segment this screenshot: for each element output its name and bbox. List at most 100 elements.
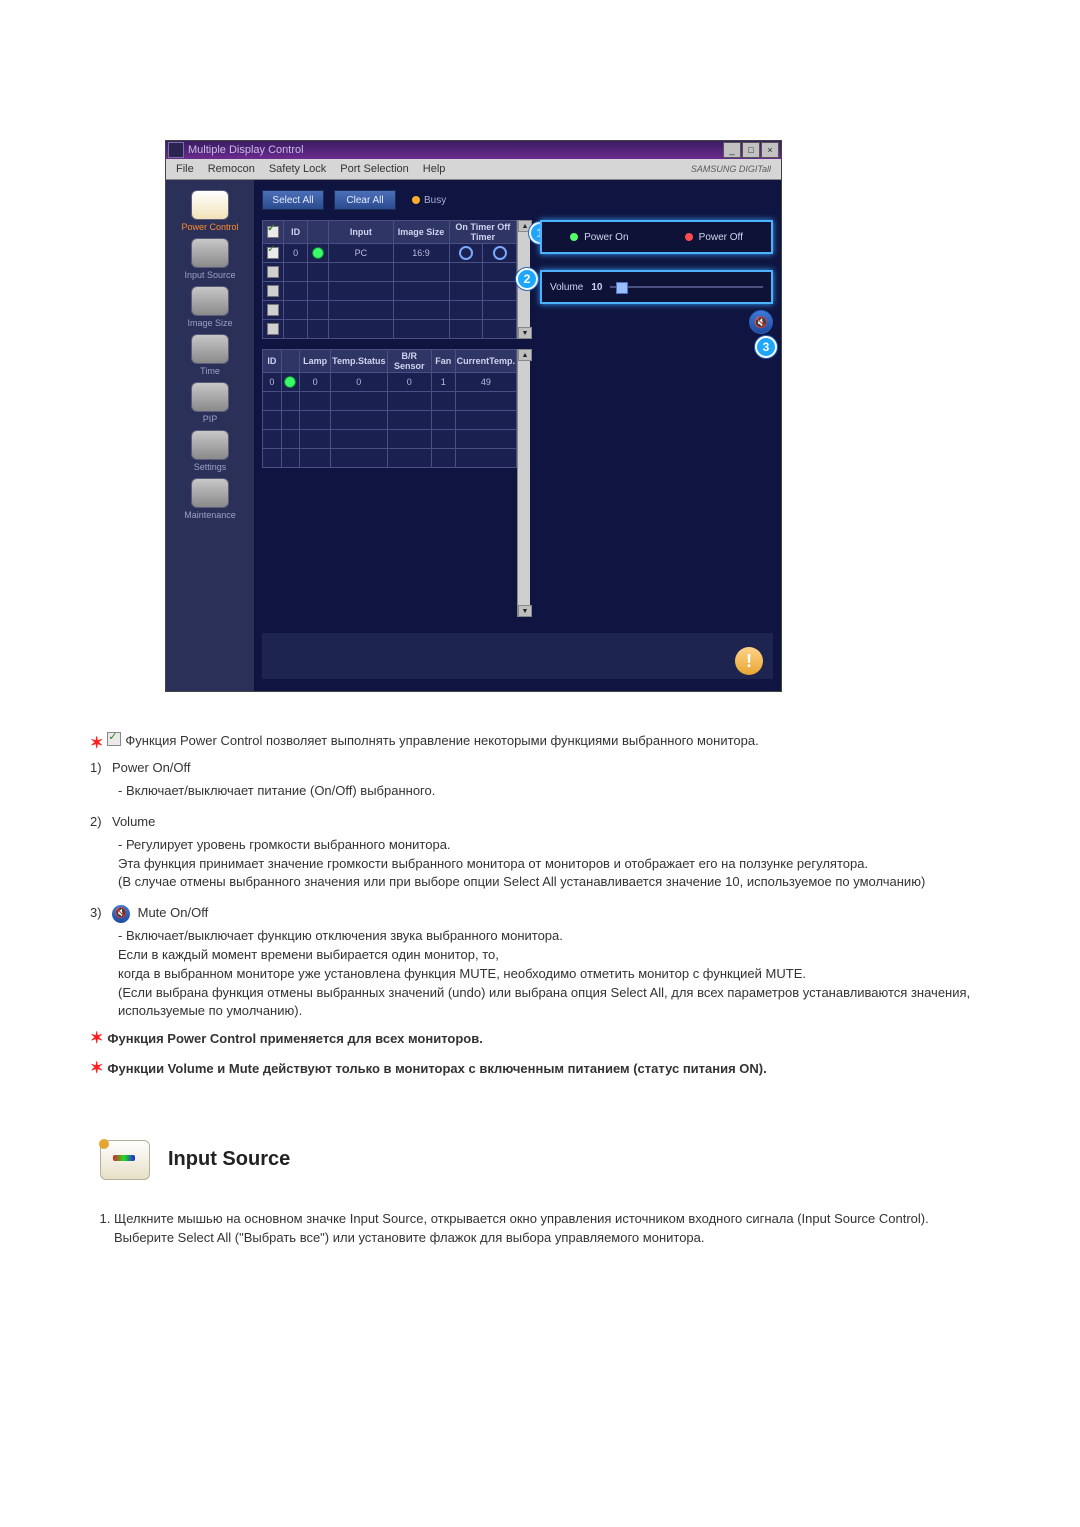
lower-scrollbar[interactable]: ▲ ▼ [517, 349, 530, 617]
sidebar-item-input-source[interactable]: Input Source [166, 234, 254, 282]
col-br-sensor: B/R Sensor [387, 350, 431, 373]
item-sub: - Включает/выключает функцию отключения … [90, 927, 990, 946]
checkbox-icon [107, 732, 121, 746]
mute-icon: 🔇 [112, 905, 130, 923]
power-off-label: Power Off [699, 232, 743, 243]
sidebar-item-maintenance[interactable]: Maintenance [166, 474, 254, 522]
item-sub: - Включает/выключает питание (On/Off) вы… [90, 782, 990, 801]
sidebar-item-label: Maintenance [166, 510, 254, 520]
table-row[interactable] [263, 320, 517, 339]
menu-safety-lock[interactable]: Safety Lock [269, 163, 326, 175]
power-on-led-icon [570, 233, 578, 241]
maintenance-icon [191, 478, 229, 508]
row-checkbox[interactable] [267, 266, 279, 278]
volume-box: Volume 10 [540, 270, 773, 304]
col-lamp: Lamp [300, 350, 331, 373]
paragraph: Выберите Select All ("Выбрать все") или … [114, 1230, 705, 1245]
app-icon [168, 142, 184, 158]
table-row[interactable] [263, 392, 517, 411]
input-source-icon [191, 238, 229, 268]
row-checkbox[interactable] [267, 304, 279, 316]
item-title: Power On/Off [112, 759, 990, 778]
table-row[interactable] [263, 301, 517, 320]
paragraph: Щелкните мышью на основном значке Input … [114, 1211, 929, 1226]
col-status [307, 221, 328, 244]
power-box: Power On Power Off [540, 220, 773, 254]
close-button[interactable]: × [761, 142, 779, 158]
status-dot-icon [312, 247, 324, 259]
maximize-button[interactable]: □ [742, 142, 760, 158]
item-title: Volume [112, 813, 990, 832]
table-row[interactable] [263, 449, 517, 468]
red-star-icon: ✶ [90, 1060, 103, 1077]
callout-2: 2 [516, 268, 538, 290]
volume-value: 10 [591, 282, 602, 293]
menu-file[interactable]: File [176, 163, 194, 175]
main-panel: Select All Clear All Busy ID [254, 180, 781, 691]
list-number: 1) [90, 759, 112, 778]
cell-input: PC [329, 244, 393, 263]
select-all-button[interactable]: Select All [262, 190, 324, 210]
settings-icon [191, 430, 229, 460]
table-row[interactable] [263, 430, 517, 449]
item-sub: - Регулирует уровень громкости выбранног… [90, 836, 990, 855]
cell-current-temp: 49 [455, 373, 516, 392]
section-heading: Input Source [168, 1145, 290, 1174]
power-off-button[interactable]: Power Off [685, 232, 743, 243]
cell-id: 0 [284, 244, 307, 263]
cell-temp-status: 0 [330, 373, 387, 392]
power-control-icon [191, 190, 229, 220]
list-number: 2) [90, 813, 112, 832]
row-checkbox[interactable] [267, 285, 279, 297]
list-number: 3) [90, 904, 112, 923]
sidebar-item-label: Power Control [166, 222, 254, 232]
toolbar: Select All Clear All Busy [262, 190, 773, 210]
scroll-down-icon[interactable]: ▼ [518, 605, 532, 617]
document-body: ✶ Функция Power Control позволяет выполн… [90, 732, 990, 1247]
sidebar-item-pip[interactable]: PIP [166, 378, 254, 426]
row-checkbox[interactable] [267, 247, 279, 259]
on-timer-icon [459, 246, 473, 260]
scroll-down-icon[interactable]: ▼ [518, 327, 532, 339]
callout-3: 3 [755, 336, 777, 358]
sidebar-item-image-size[interactable]: Image Size [166, 282, 254, 330]
status-dot-icon [284, 376, 296, 388]
table-row[interactable] [263, 282, 517, 301]
col-id: ID [284, 221, 307, 244]
sidebar-item-label: Settings [166, 462, 254, 472]
menu-help[interactable]: Help [423, 163, 446, 175]
list-item: Щелкните мышью на основном значке Input … [114, 1210, 990, 1248]
menu-remocon[interactable]: Remocon [208, 163, 255, 175]
volume-slider[interactable] [610, 286, 763, 288]
item-sub: Эта функция принимает значение громкости… [90, 855, 990, 874]
brand-label: SAMSUNG DIGITall [691, 164, 771, 174]
table-row[interactable] [263, 263, 517, 282]
power-on-button[interactable]: Power On [570, 232, 628, 243]
intro-text: Функция Power Control позволяет выполнят… [125, 732, 758, 755]
table-row[interactable]: 0 0 0 0 1 49 [263, 373, 517, 392]
sidebar-item-power-control[interactable]: Power Control [166, 186, 254, 234]
mute-icon[interactable]: 🔇 [749, 310, 773, 334]
table-row[interactable]: 0 PC 16:9 [263, 244, 517, 263]
minimize-button[interactable]: _ [723, 142, 741, 158]
busy-label: Busy [424, 195, 446, 206]
sidebar-item-time[interactable]: Time [166, 330, 254, 378]
clear-all-button[interactable]: Clear All [334, 190, 396, 210]
alert-icon[interactable]: ! [735, 647, 763, 675]
sidebar-item-settings[interactable]: Settings [166, 426, 254, 474]
col-fan: Fan [431, 350, 455, 373]
scroll-up-icon[interactable]: ▲ [518, 349, 532, 361]
header-checkbox[interactable] [267, 226, 279, 238]
input-source-icon [100, 1140, 150, 1180]
volume-thumb[interactable] [616, 282, 628, 294]
row-checkbox[interactable] [267, 323, 279, 335]
menubar: File Remocon Safety Lock Port Selection … [166, 159, 781, 180]
menu-port-selection[interactable]: Port Selection [340, 163, 408, 175]
note-text: Функция Power Control применяется для вс… [107, 1031, 482, 1046]
sidebar-item-label: Time [166, 366, 254, 376]
cell-image-size: 16:9 [393, 244, 449, 263]
volume-label: Volume [550, 282, 583, 293]
item-sub: когда в выбранном мониторе уже установле… [90, 965, 990, 984]
table-row[interactable] [263, 411, 517, 430]
cell-id: 0 [263, 373, 282, 392]
